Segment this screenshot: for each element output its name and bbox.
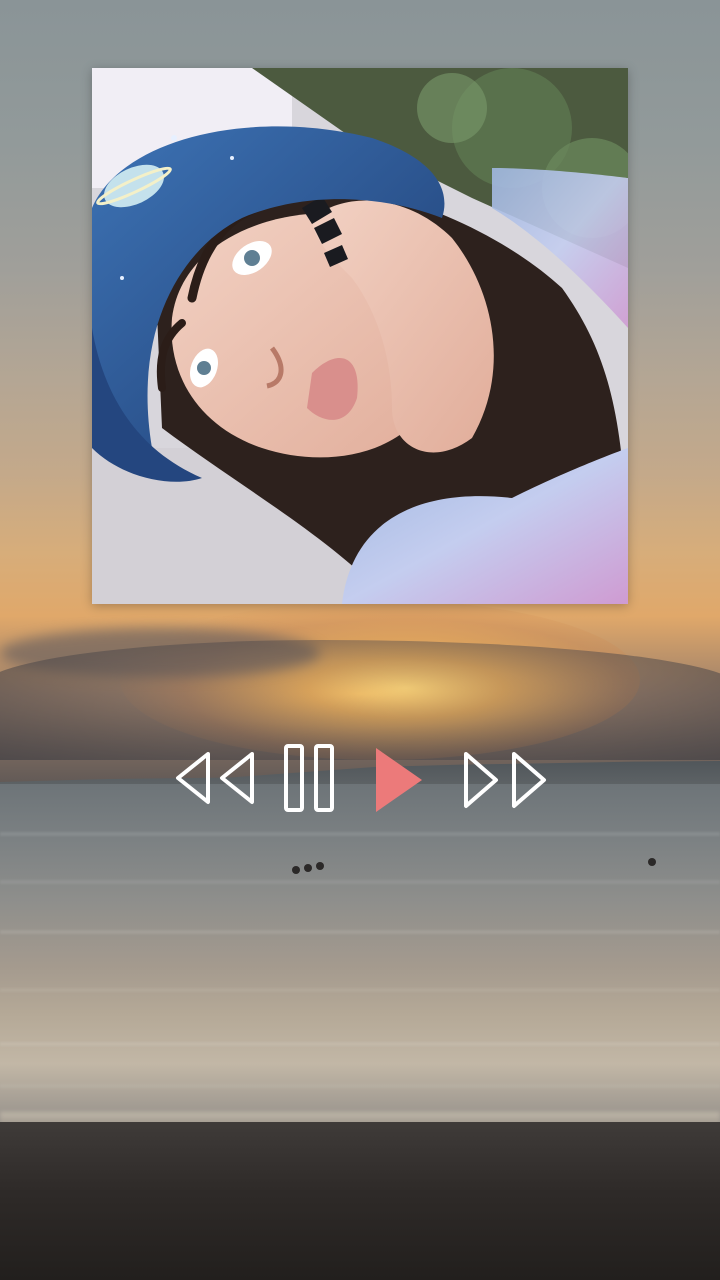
swimmer xyxy=(316,862,324,870)
pause-icon xyxy=(284,744,334,812)
fast-forward-button[interactable] xyxy=(460,740,552,820)
play-button[interactable] xyxy=(370,740,430,820)
swimmer xyxy=(292,866,300,874)
fast-forward-icon xyxy=(464,752,546,808)
media-controls xyxy=(170,740,560,820)
story-screen xyxy=(0,0,720,1280)
pause-button[interactable] xyxy=(278,740,340,820)
album-art-photo xyxy=(92,68,628,604)
swimmer xyxy=(304,864,312,872)
rewind-button[interactable] xyxy=(170,740,260,820)
play-icon xyxy=(376,748,422,812)
rewind-icon xyxy=(176,752,254,804)
swimmer xyxy=(648,858,656,866)
sea xyxy=(0,784,720,1134)
beach-sand xyxy=(0,1122,720,1280)
portrait-photo xyxy=(92,68,628,604)
